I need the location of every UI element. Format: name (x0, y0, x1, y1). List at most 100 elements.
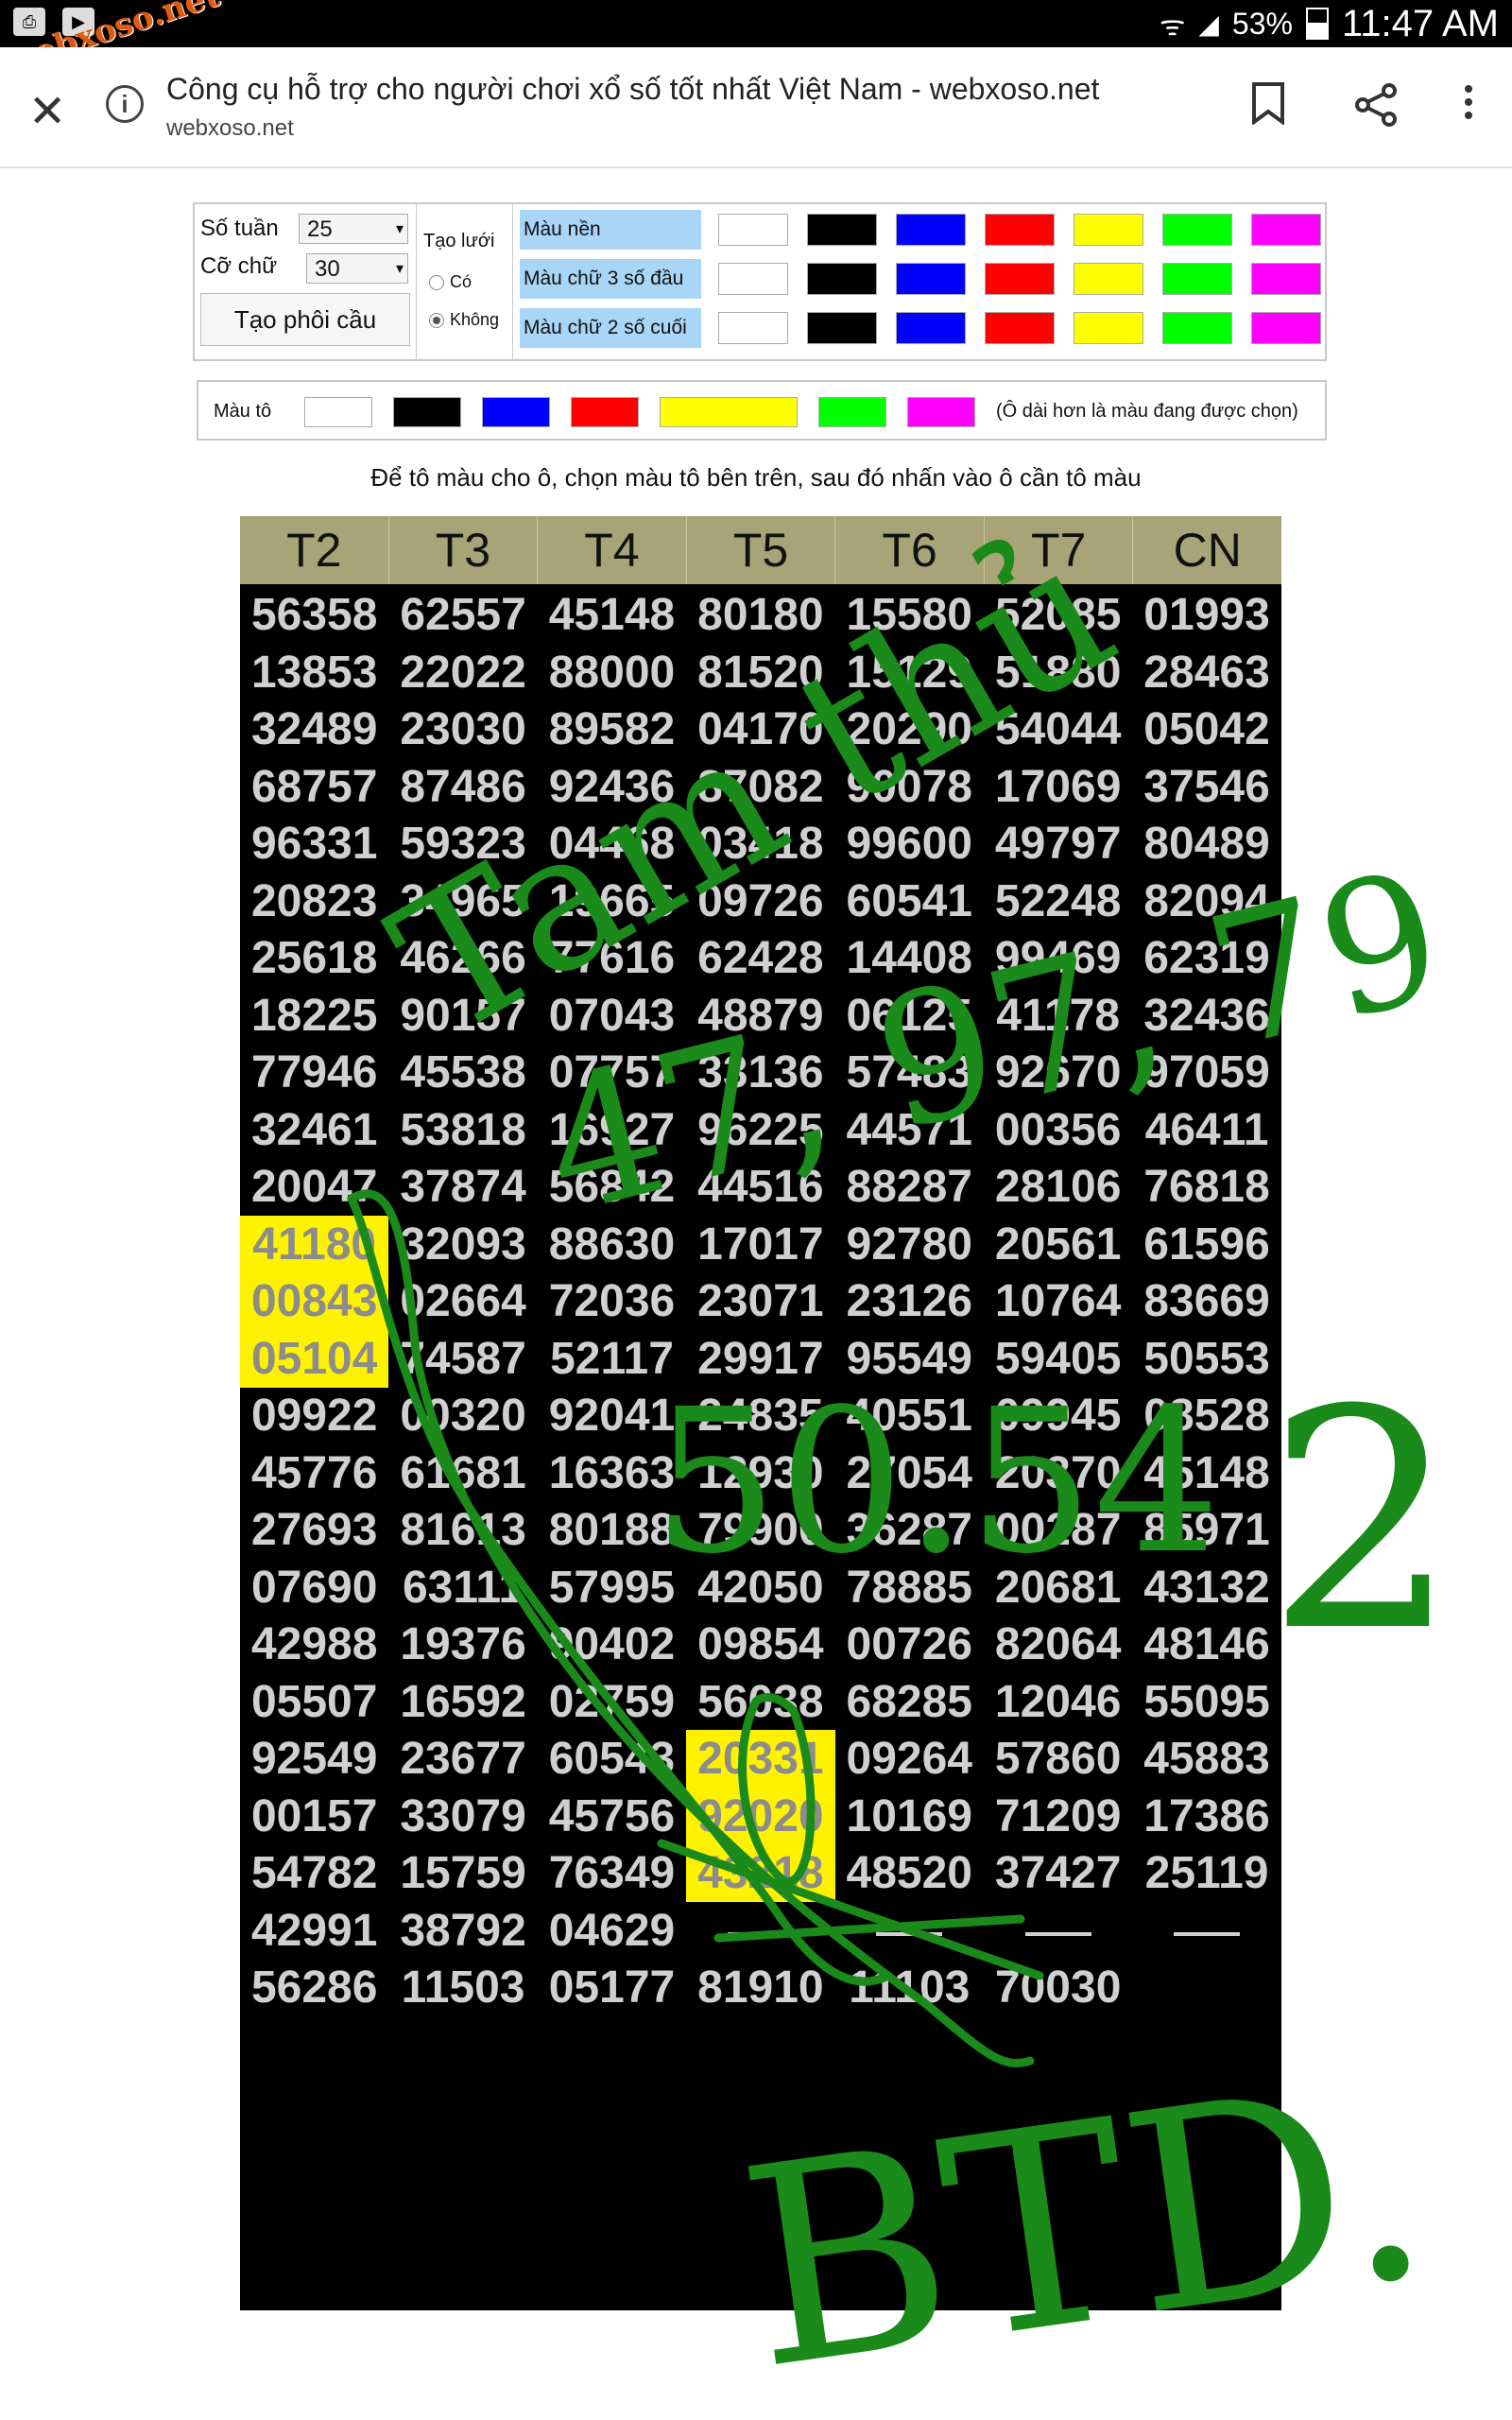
number-cell[interactable]: 08528 (1132, 1387, 1280, 1444)
number-cell[interactable]: 43132 (1132, 1559, 1280, 1616)
number-cell[interactable]: 50553 (1132, 1330, 1280, 1388)
number-cell[interactable]: 00726 (835, 1616, 984, 1673)
number-cell[interactable]: 63111 (388, 1559, 537, 1616)
page-url[interactable]: webxoso.net (166, 115, 294, 142)
number-cell[interactable]: 71209 (984, 1788, 1132, 1845)
so-tuan-select[interactable]: 25 (299, 214, 408, 245)
number-cell[interactable]: 56038 (686, 1673, 834, 1731)
number-cell[interactable]: 77616 (538, 929, 686, 987)
number-cell[interactable]: 19665 (538, 873, 686, 930)
color-swatch[interactable] (1251, 312, 1321, 344)
number-cell[interactable]: 60543 (538, 1730, 686, 1788)
color-swatch[interactable] (718, 214, 788, 246)
number-cell[interactable]: 37874 (388, 1158, 537, 1216)
number-cell[interactable]: 32489 (240, 700, 388, 758)
number-cell[interactable]: 16363 (538, 1444, 686, 1502)
number-cell[interactable]: 90157 (388, 987, 537, 1045)
number-cell[interactable]: 16927 (538, 1101, 686, 1159)
number-cell[interactable]: 54782 (240, 1844, 388, 1902)
number-cell[interactable]: 61596 (1132, 1216, 1280, 1273)
number-cell[interactable]: 41180 (240, 1215, 389, 1273)
number-cell[interactable]: 83669 (1132, 1272, 1280, 1330)
number-cell[interactable]: 52248 (984, 873, 1132, 930)
color-swatch[interactable] (985, 263, 1055, 295)
number-cell[interactable]: 85971 (1132, 1501, 1280, 1559)
color-swatch[interactable] (1162, 214, 1232, 246)
number-cell[interactable]: 05177 (538, 1959, 686, 2016)
number-cell[interactable]: 12046 (984, 1673, 1132, 1731)
number-cell[interactable]: 20823 (240, 873, 388, 930)
number-cell[interactable]: 82064 (984, 1616, 1132, 1673)
number-cell[interactable]: 09854 (686, 1616, 834, 1673)
color-swatch[interactable] (1251, 214, 1321, 246)
number-cell[interactable]: 42991 (240, 1902, 388, 1960)
number-cell[interactable]: 15580 (835, 586, 984, 644)
number-cell[interactable]: 10764 (984, 1272, 1132, 1330)
number-cell[interactable]: 96331 (240, 815, 388, 873)
color-swatch[interactable] (807, 312, 877, 344)
number-cell[interactable]: 33136 (686, 1044, 834, 1101)
number-cell[interactable]: 09726 (686, 873, 834, 930)
number-cell[interactable]: 57860 (984, 1730, 1132, 1788)
number-cell[interactable]: 55095 (1132, 1673, 1280, 1731)
number-cell[interactable]: 27693 (240, 1501, 388, 1559)
color-swatch[interactable] (1074, 263, 1143, 295)
number-cell[interactable]: 62557 (388, 586, 537, 644)
number-cell[interactable]: 16592 (388, 1673, 537, 1731)
radio-icon[interactable] (429, 274, 444, 290)
number-cell[interactable]: 74587 (388, 1330, 537, 1388)
number-cell[interactable]: 37427 (984, 1844, 1132, 1902)
number-cell[interactable]: 13853 (240, 644, 388, 701)
number-cell[interactable]: 11503 (388, 1959, 537, 2016)
number-cell[interactable]: 97059 (1132, 1044, 1280, 1101)
more-menu-icon[interactable] (1463, 81, 1474, 133)
number-cell[interactable]: 22022 (388, 644, 537, 701)
color-swatch[interactable] (896, 214, 966, 246)
number-cell[interactable]: 62428 (686, 929, 834, 987)
number-cell[interactable]: 20561 (984, 1216, 1132, 1273)
number-cell[interactable]: 48146 (1132, 1616, 1280, 1673)
number-cell[interactable]: 20681 (984, 1559, 1132, 1616)
number-cell[interactable]: 09922 (240, 1387, 388, 1444)
number-cell[interactable]: 59405 (984, 1330, 1132, 1388)
color-swatch[interactable] (1162, 263, 1232, 295)
number-cell[interactable]: 27054 (835, 1444, 984, 1502)
number-cell[interactable]: 49797 (984, 815, 1132, 873)
number-cell[interactable]: 05104 (240, 1329, 389, 1388)
color-swatch[interactable] (807, 263, 877, 295)
number-cell[interactable]: 00157 (240, 1788, 388, 1845)
number-cell[interactable]: 56358 (240, 586, 388, 644)
number-cell[interactable]: 68757 (240, 758, 388, 816)
close-icon[interactable]: ✕ (28, 85, 66, 138)
number-cell[interactable]: 43218 (686, 1844, 835, 1902)
number-cell[interactable]: 59323 (388, 815, 537, 873)
number-cell[interactable]: 45148 (538, 586, 686, 644)
co-chu-select[interactable]: 30 (306, 253, 408, 285)
number-cell[interactable]: 09945 (984, 1387, 1132, 1444)
number-cell[interactable]: 45776 (240, 1444, 388, 1502)
number-cell[interactable]: 87082 (686, 758, 834, 816)
number-cell[interactable]: 28463 (1132, 644, 1280, 701)
number-cell[interactable]: 92436 (538, 758, 686, 816)
number-cell[interactable]: 00287 (984, 1501, 1132, 1559)
number-cell[interactable]: 32436 (1132, 987, 1280, 1045)
number-cell[interactable]: 70030 (984, 1959, 1132, 2016)
number-cell[interactable]: 78885 (835, 1559, 984, 1616)
number-cell[interactable]: 44516 (686, 1158, 834, 1216)
number-cell[interactable]: 37546 (1132, 758, 1280, 816)
number-cell[interactable]: 92549 (240, 1730, 388, 1788)
number-cell[interactable]: 05507 (240, 1673, 388, 1731)
paint-swatch[interactable] (660, 397, 798, 427)
number-cell[interactable]: 23126 (835, 1272, 984, 1330)
number-cell[interactable]: 10169 (835, 1788, 984, 1845)
number-cell[interactable]: 52085 (984, 586, 1132, 644)
empty-dash-cell[interactable] (835, 1902, 984, 1960)
number-cell[interactable]: 96225 (686, 1101, 834, 1159)
info-icon[interactable]: i (106, 85, 144, 123)
number-cell[interactable]: 82094 (1132, 873, 1280, 930)
color-swatch[interactable] (896, 263, 966, 295)
number-cell[interactable]: 06125 (835, 987, 984, 1045)
number-cell[interactable]: 88000 (538, 644, 686, 701)
number-cell[interactable]: 23071 (686, 1272, 834, 1330)
number-cell[interactable]: 00356 (984, 1101, 1132, 1159)
